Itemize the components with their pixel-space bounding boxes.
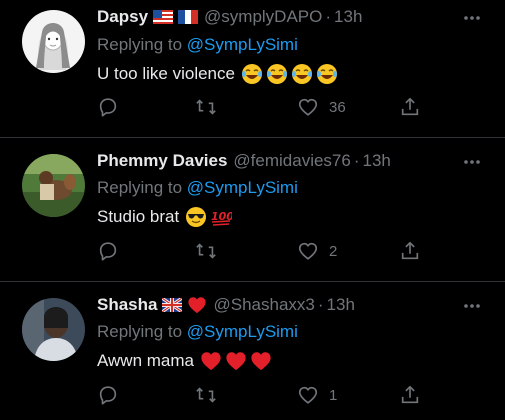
more-options-icon[interactable] [461,10,483,26]
separator: · [317,295,324,314]
reply-header: Phemmy Davies @femidavies76 · 13h [97,149,391,173]
sunglasses-face-emoji [186,207,207,227]
tears-of-joy-emoji [291,64,312,84]
timestamp[interactable]: 13h [334,7,362,27]
replying-to: Replying to @SympLySimi [97,35,298,55]
more-options-icon[interactable] [461,154,483,170]
replying-prefix: Replying to [97,322,187,341]
share-button[interactable] [399,383,421,407]
retweet-icon [196,243,216,259]
share-icon [401,385,419,404]
tears-of-joy-emoji [266,64,287,84]
reply-text-content: Awwn mama [97,351,194,370]
red-heart-emoji [201,352,221,371]
display-name[interactable]: Dapsy [97,7,148,27]
avatar[interactable] [22,10,85,73]
replying-to: Replying to @SympLySimi [97,178,298,198]
reply-icon [99,98,117,117]
replying-to: Replying to @SympLySimi [97,322,298,342]
mention-link[interactable]: @SympLySimi [187,35,298,54]
user-handle[interactable]: @symplyDAPO [204,7,322,27]
timestamp[interactable]: 13h [363,151,391,171]
reply-text-content: U too like violence [97,64,235,83]
retweet-button[interactable] [194,383,218,407]
red-heart-emoji [188,297,207,314]
like-count: 2 [329,242,338,260]
avatar[interactable] [22,298,85,361]
display-name[interactable]: Shasha [97,295,157,315]
reply-header: Dapsy @symplyDAPO · 13h [97,5,362,29]
red-heart-emoji [226,352,246,371]
reply-item[interactable]: Phemmy Davies @femidavies76 · 13h Replyi… [0,138,505,281]
tears-of-joy-emoji [241,64,262,84]
retweet-icon [196,99,216,115]
red-heart-emoji [251,352,271,371]
reply-text: Awwn mama [97,350,272,372]
reply-header: Shasha @Shashaxx3 · 13h [97,293,355,317]
tears-of-joy-emoji [316,64,337,84]
like-button[interactable]: 2 [297,239,337,263]
replying-prefix: Replying to [97,178,187,197]
flag-uk-icon [162,298,183,312]
avatar[interactable] [22,154,85,217]
timestamp[interactable]: 13h [327,295,355,315]
like-count: 36 [329,98,346,116]
flag-france-icon [178,10,199,24]
reply-text: U too like violence [97,63,338,85]
reply-item[interactable]: Shasha @Shashaxx3 · 13h Replying to @Sym… [0,282,505,420]
like-button[interactable]: 36 [297,95,346,119]
action-bar: 2 [97,239,427,263]
replies-timeline: Dapsy @symplyDAPO · 13h Replying to @Sym… [0,0,505,420]
retweet-button[interactable] [194,95,218,119]
display-name[interactable]: Phemmy Davies [97,151,227,171]
reply-item[interactable]: Dapsy @symplyDAPO · 13h Replying to @Sym… [0,0,505,137]
more-options-icon[interactable] [461,298,483,314]
action-bar: 1 [97,383,427,407]
user-handle[interactable]: @Shashaxx3 [213,295,314,315]
action-bar: 36 [97,95,427,119]
heart-icon [298,386,318,404]
share-button[interactable] [399,239,421,263]
replying-prefix: Replying to [97,35,187,54]
reply-button[interactable] [97,239,119,263]
reply-button[interactable] [97,95,119,119]
mention-link[interactable]: @SympLySimi [187,178,298,197]
separator: · [325,7,332,26]
mention-link[interactable]: @SympLySimi [187,322,298,341]
reply-button[interactable] [97,383,119,407]
separator: · [353,151,360,170]
hundred-points-emoji: 100 [211,210,232,226]
reply-text: Studio brat 100 [97,206,232,228]
share-icon [401,97,419,116]
share-button[interactable] [399,95,421,119]
retweet-icon [196,387,216,403]
reply-icon [99,386,117,405]
user-handle[interactable]: @femidavies76 [233,151,350,171]
reply-icon [99,242,117,261]
heart-icon [298,242,318,260]
flag-us-icon [153,10,174,24]
reply-text-content: Studio brat [97,207,180,226]
retweet-button[interactable] [194,239,218,263]
like-button[interactable]: 1 [297,383,337,407]
share-icon [401,241,419,260]
heart-icon [298,98,318,116]
like-count: 1 [329,386,338,404]
